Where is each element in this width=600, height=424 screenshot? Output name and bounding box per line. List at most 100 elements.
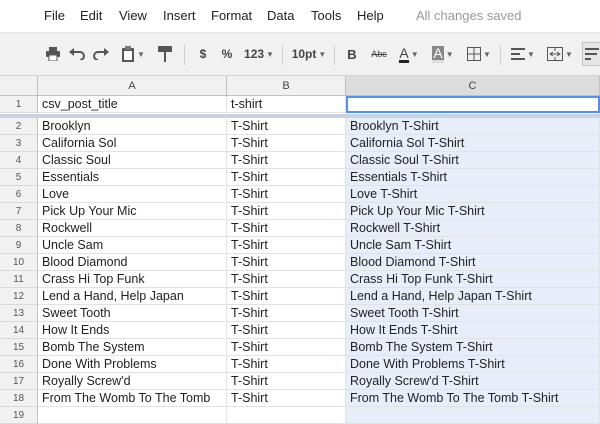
active-cell-c1[interactable] bbox=[346, 96, 600, 113]
table-cell-c[interactable]: Classic Soul T-Shirt bbox=[346, 152, 600, 169]
borders-button[interactable]: ▼ bbox=[464, 42, 494, 66]
row-header[interactable]: 10 bbox=[0, 254, 38, 271]
cell-b1[interactable]: t-shirt bbox=[227, 96, 346, 113]
table-cell-a[interactable]: How It Ends bbox=[38, 322, 227, 339]
row-header[interactable]: 18 bbox=[0, 390, 38, 407]
menu-insert[interactable]: Insert bbox=[163, 8, 196, 23]
table-cell-b[interactable]: T-Shirt bbox=[227, 220, 346, 237]
table-cell-b[interactable]: T-Shirt bbox=[227, 271, 346, 288]
currency-button[interactable]: $ bbox=[194, 42, 212, 66]
row-header[interactable]: 16 bbox=[0, 356, 38, 373]
menu-format[interactable]: Format bbox=[211, 8, 252, 23]
row-header[interactable]: 4 bbox=[0, 152, 38, 169]
table-cell-a[interactable] bbox=[38, 407, 227, 424]
paint-format-icon[interactable] bbox=[154, 42, 176, 66]
align-button[interactable]: ▼ bbox=[508, 42, 538, 66]
row-header[interactable]: 1 bbox=[0, 96, 38, 113]
table-cell-a[interactable]: Bomb The System bbox=[38, 339, 227, 356]
column-header-c[interactable]: C bbox=[346, 76, 600, 96]
table-cell-c[interactable]: Uncle Sam T-Shirt bbox=[346, 237, 600, 254]
table-cell-b[interactable]: T-Shirt bbox=[227, 152, 346, 169]
table-cell-b[interactable]: T-Shirt bbox=[227, 288, 346, 305]
table-cell-c[interactable]: Lend a Hand, Help Japan T-Shirt bbox=[346, 288, 600, 305]
table-cell-b[interactable]: T-Shirt bbox=[227, 322, 346, 339]
table-cell-a[interactable]: Sweet Tooth bbox=[38, 305, 227, 322]
menu-data[interactable]: Data bbox=[267, 8, 294, 23]
table-cell-b[interactable] bbox=[227, 407, 346, 424]
table-cell-b[interactable]: T-Shirt bbox=[227, 203, 346, 220]
row-header[interactable]: 14 bbox=[0, 322, 38, 339]
paste-icon[interactable]: ▼ bbox=[116, 42, 150, 66]
row-header[interactable]: 6 bbox=[0, 186, 38, 203]
menu-file[interactable]: File bbox=[44, 8, 65, 23]
table-cell-c[interactable]: Done With Problems T-Shirt bbox=[346, 356, 600, 373]
table-cell-a[interactable]: Royally Screw'd bbox=[38, 373, 227, 390]
row-header[interactable]: 15 bbox=[0, 339, 38, 356]
table-cell-c[interactable]: Blood Diamond T-Shirt bbox=[346, 254, 600, 271]
wrap-text-button[interactable] bbox=[582, 42, 600, 66]
table-cell-b[interactable]: T-Shirt bbox=[227, 186, 346, 203]
column-header-b[interactable]: B bbox=[227, 76, 346, 96]
cell-a1[interactable]: csv_post_title bbox=[38, 96, 227, 113]
table-cell-b[interactable]: T-Shirt bbox=[227, 135, 346, 152]
row-header[interactable]: 11 bbox=[0, 271, 38, 288]
table-cell-b[interactable]: T-Shirt bbox=[227, 373, 346, 390]
merge-cells-button[interactable]: ▼ bbox=[544, 42, 576, 66]
row-header[interactable]: 9 bbox=[0, 237, 38, 254]
table-cell-a[interactable]: Lend a Hand, Help Japan bbox=[38, 288, 227, 305]
row-header[interactable]: 17 bbox=[0, 373, 38, 390]
table-cell-c[interactable]: How It Ends T-Shirt bbox=[346, 322, 600, 339]
menu-view[interactable]: View bbox=[119, 8, 147, 23]
table-cell-c[interactable]: Rockwell T-Shirt bbox=[346, 220, 600, 237]
row-header[interactable]: 13 bbox=[0, 305, 38, 322]
redo-icon[interactable] bbox=[90, 42, 112, 66]
fill-color-button[interactable]: A ▼ bbox=[428, 42, 458, 66]
font-size-select[interactable]: 10pt ▼ bbox=[290, 42, 328, 66]
table-cell-c[interactable]: Sweet Tooth T-Shirt bbox=[346, 305, 600, 322]
select-all-corner[interactable] bbox=[0, 76, 38, 96]
percent-button[interactable]: % bbox=[218, 42, 236, 66]
table-cell-b[interactable]: T-Shirt bbox=[227, 339, 346, 356]
table-cell-b[interactable]: T-Shirt bbox=[227, 118, 346, 135]
table-cell-c[interactable]: Bomb The System T-Shirt bbox=[346, 339, 600, 356]
row-header[interactable]: 5 bbox=[0, 169, 38, 186]
menu-help[interactable]: Help bbox=[357, 8, 384, 23]
table-cell-b[interactable]: T-Shirt bbox=[227, 169, 346, 186]
strikethrough-button[interactable]: Abc bbox=[366, 42, 392, 66]
row-header[interactable]: 2 bbox=[0, 118, 38, 135]
row-header[interactable]: 3 bbox=[0, 135, 38, 152]
text-color-button[interactable]: A ▼ bbox=[394, 42, 424, 66]
table-cell-c[interactable] bbox=[346, 407, 600, 424]
table-cell-a[interactable]: Classic Soul bbox=[38, 152, 227, 169]
table-cell-c[interactable]: California Sol T-Shirt bbox=[346, 135, 600, 152]
table-cell-c[interactable]: From The Womb To The Tomb T-Shirt bbox=[346, 390, 600, 407]
table-cell-b[interactable]: T-Shirt bbox=[227, 305, 346, 322]
table-cell-c[interactable]: Essentials T-Shirt bbox=[346, 169, 600, 186]
column-header-a[interactable]: A bbox=[38, 76, 227, 96]
table-cell-a[interactable]: Uncle Sam bbox=[38, 237, 227, 254]
table-cell-c[interactable]: Royally Screw'd T-Shirt bbox=[346, 373, 600, 390]
table-cell-a[interactable]: From The Womb To The Tomb bbox=[38, 390, 227, 407]
table-cell-c[interactable]: Brooklyn T-Shirt bbox=[346, 118, 600, 135]
table-cell-b[interactable]: T-Shirt bbox=[227, 254, 346, 271]
undo-icon[interactable] bbox=[66, 42, 88, 66]
table-cell-a[interactable]: Blood Diamond bbox=[38, 254, 227, 271]
table-cell-a[interactable]: Crass Hi Top Funk bbox=[38, 271, 227, 288]
table-cell-c[interactable]: Pick Up Your Mic T-Shirt bbox=[346, 203, 600, 220]
row-header[interactable]: 8 bbox=[0, 220, 38, 237]
table-cell-b[interactable]: T-Shirt bbox=[227, 356, 346, 373]
menu-tools[interactable]: Tools bbox=[311, 8, 341, 23]
table-cell-b[interactable]: T-Shirt bbox=[227, 237, 346, 254]
table-cell-a[interactable]: Love bbox=[38, 186, 227, 203]
print-icon[interactable] bbox=[42, 42, 64, 66]
row-header[interactable]: 19 bbox=[0, 407, 38, 424]
table-cell-a[interactable]: California Sol bbox=[38, 135, 227, 152]
table-cell-c[interactable]: Crass Hi Top Funk T-Shirt bbox=[346, 271, 600, 288]
table-cell-a[interactable]: Done With Problems bbox=[38, 356, 227, 373]
menu-edit[interactable]: Edit bbox=[80, 8, 102, 23]
bold-button[interactable]: B bbox=[342, 42, 362, 66]
row-header[interactable]: 12 bbox=[0, 288, 38, 305]
table-cell-a[interactable]: Rockwell bbox=[38, 220, 227, 237]
table-cell-a[interactable]: Essentials bbox=[38, 169, 227, 186]
row-header[interactable]: 7 bbox=[0, 203, 38, 220]
